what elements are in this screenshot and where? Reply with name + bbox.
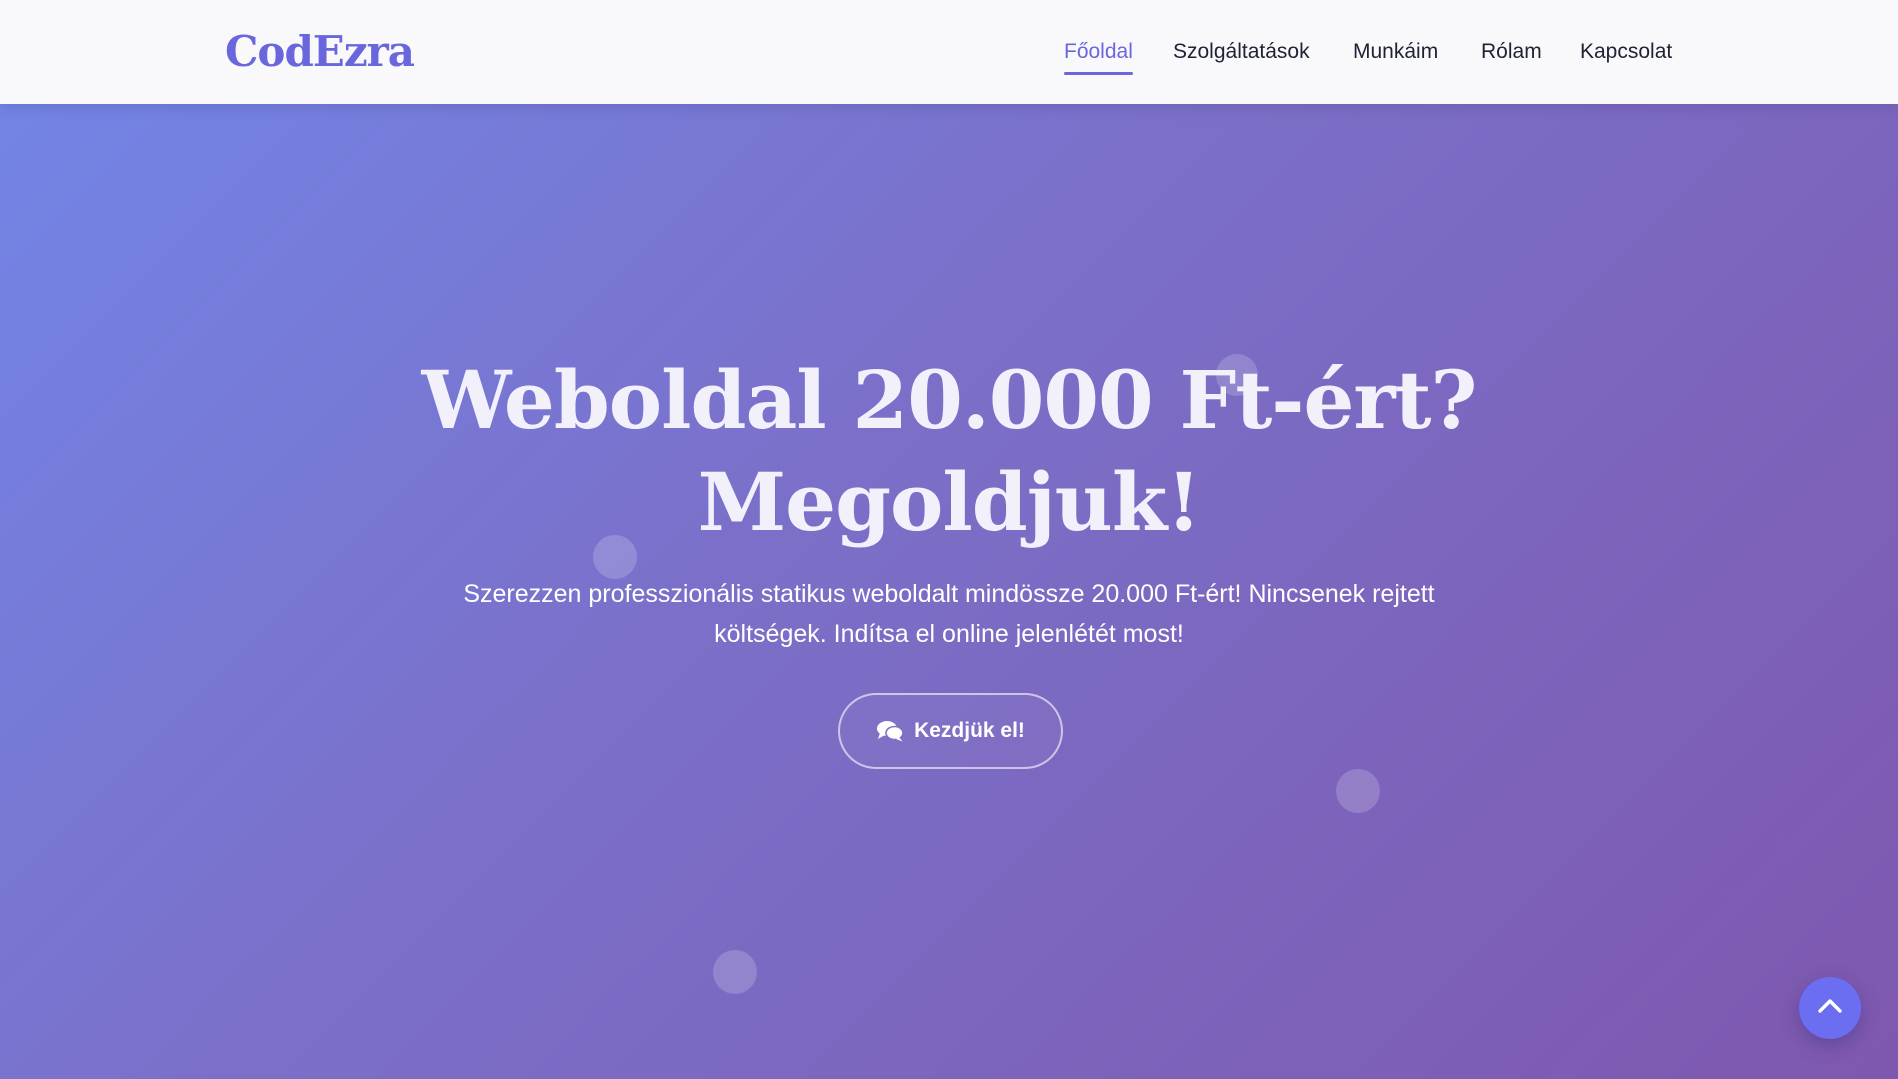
hero-section: Weboldal 20.000 Ft-ért? Megoldjuk! Szere… — [0, 104, 1898, 1079]
decorative-bubble — [1336, 769, 1380, 813]
nav-link-szolgaltatasok[interactable]: Szolgáltatások — [1173, 38, 1310, 66]
navbar: CodEzra Főoldal Szolgáltatások Munkáim R… — [0, 0, 1898, 104]
hero-title-line-1: Weboldal 20.000 Ft-ért? — [421, 353, 1478, 447]
main-nav: Főoldal Szolgáltatások Munkáim Rólam Kap… — [0, 38, 1898, 78]
chevron-up-icon — [1817, 998, 1843, 1019]
hero-subtitle: Szerezzen professzionális statikus webol… — [463, 580, 1435, 648]
hero-title-line-2: Megoldjuk! — [697, 455, 1202, 549]
nav-link-fooldal[interactable]: Főoldal — [1064, 38, 1133, 75]
start-cta-button[interactable]: Kezdjük el! — [838, 693, 1063, 769]
chat-bubbles-icon — [876, 720, 904, 742]
nav-link-rolam[interactable]: Rólam — [1481, 38, 1542, 66]
hero-title: Weboldal 20.000 Ft-ért? Megoldjuk! — [0, 349, 1898, 553]
nav-link-munkaim[interactable]: Munkáim — [1353, 38, 1438, 66]
nav-link-kapcsolat[interactable]: Kapcsolat — [1580, 38, 1672, 66]
decorative-bubble — [713, 950, 757, 994]
start-cta-label: Kezdjük el! — [914, 719, 1025, 742]
scroll-to-top-button[interactable] — [1799, 977, 1861, 1039]
